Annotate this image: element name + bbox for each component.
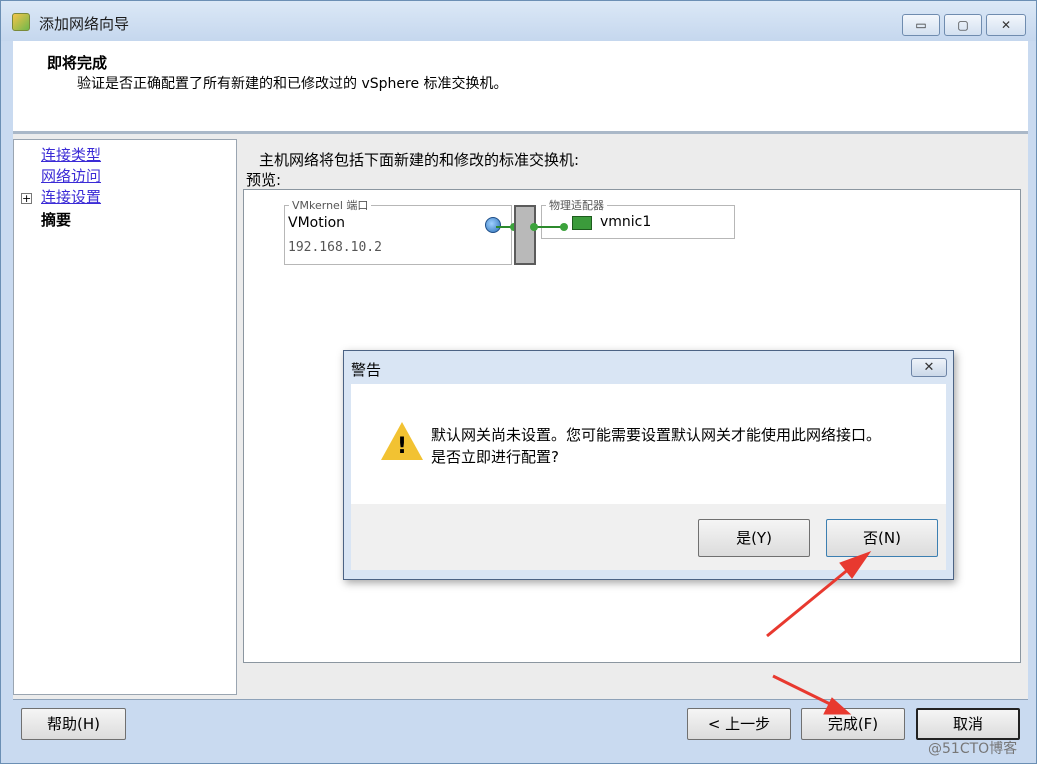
annotation-arrows xyxy=(766,550,872,715)
arrow-head-finish xyxy=(823,697,852,715)
watermark: @51CTO博客 xyxy=(928,741,1018,757)
arrow-to-no-button xyxy=(766,566,851,638)
arrow-to-finish-button xyxy=(772,674,831,706)
